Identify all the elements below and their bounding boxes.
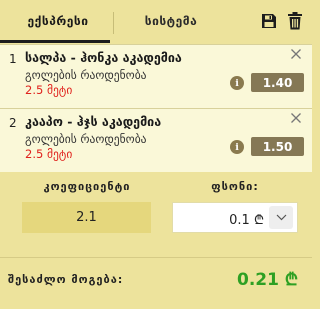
bet-market: გოლების რაოდენობა <box>25 132 147 146</box>
bet-number: 1 <box>9 52 17 66</box>
bet-selection: 2.5 მეტი <box>25 147 73 161</box>
remove-bet-close-icon[interactable] <box>290 112 302 124</box>
tab-system[interactable]: სისტემა <box>112 10 230 32</box>
betslip-tabs: ექსპრესი სისტემა <box>0 0 312 44</box>
bet-number: 2 <box>9 116 17 130</box>
stake-value[interactable]: 0.1 ₾ <box>229 210 264 228</box>
bet-item: 1 სალპა - ჰონკა აკადემია გოლების რაოდენო… <box>0 44 312 108</box>
bet-event-title: სალპა - ჰონკა აკადემია <box>25 50 182 65</box>
info-icon[interactable]: i <box>230 140 244 154</box>
remove-bet-close-icon[interactable] <box>290 48 302 60</box>
trash-icon[interactable] <box>287 12 303 30</box>
chevron-down-icon <box>276 214 286 221</box>
bet-market: გოლების რაოდენობა <box>25 68 147 82</box>
odds-badge: 1.50 <box>251 137 304 156</box>
save-icon[interactable] <box>261 12 277 30</box>
bet-event-title: კააპო - ჰჯს აკადემია <box>25 114 162 129</box>
active-tab-indicator <box>0 40 110 43</box>
bet-list: 1 სალპა - ჰონკა აკადემია გოლების რაოდენო… <box>0 44 312 172</box>
total-coefficient: 2.1 <box>22 202 151 233</box>
info-icon[interactable]: i <box>230 76 244 90</box>
stake-dropdown-button[interactable] <box>269 206 293 229</box>
tab-express[interactable]: ექსპრესი <box>6 10 110 32</box>
bet-selection: 2.5 მეტი <box>25 83 73 97</box>
stake-label: ფსონი: <box>211 180 259 193</box>
coefficient-label: კოეფიციენტი <box>43 180 131 193</box>
betslip-summary: კოეფიციენტი ფსონი: 2.1 0.1 ₾ შესაძლო მოგ… <box>0 172 312 309</box>
divider <box>0 257 312 258</box>
possible-win-label: შესაძლო მოგება: <box>8 273 124 286</box>
odds-badge: 1.40 <box>251 73 304 92</box>
possible-win-value: 0.21 ₾ <box>237 270 298 290</box>
stake-input[interactable]: 0.1 ₾ <box>172 202 298 233</box>
bet-item: 2 კააპო - ჰჯს აკადემია გოლების რაოდენობა… <box>0 108 312 172</box>
